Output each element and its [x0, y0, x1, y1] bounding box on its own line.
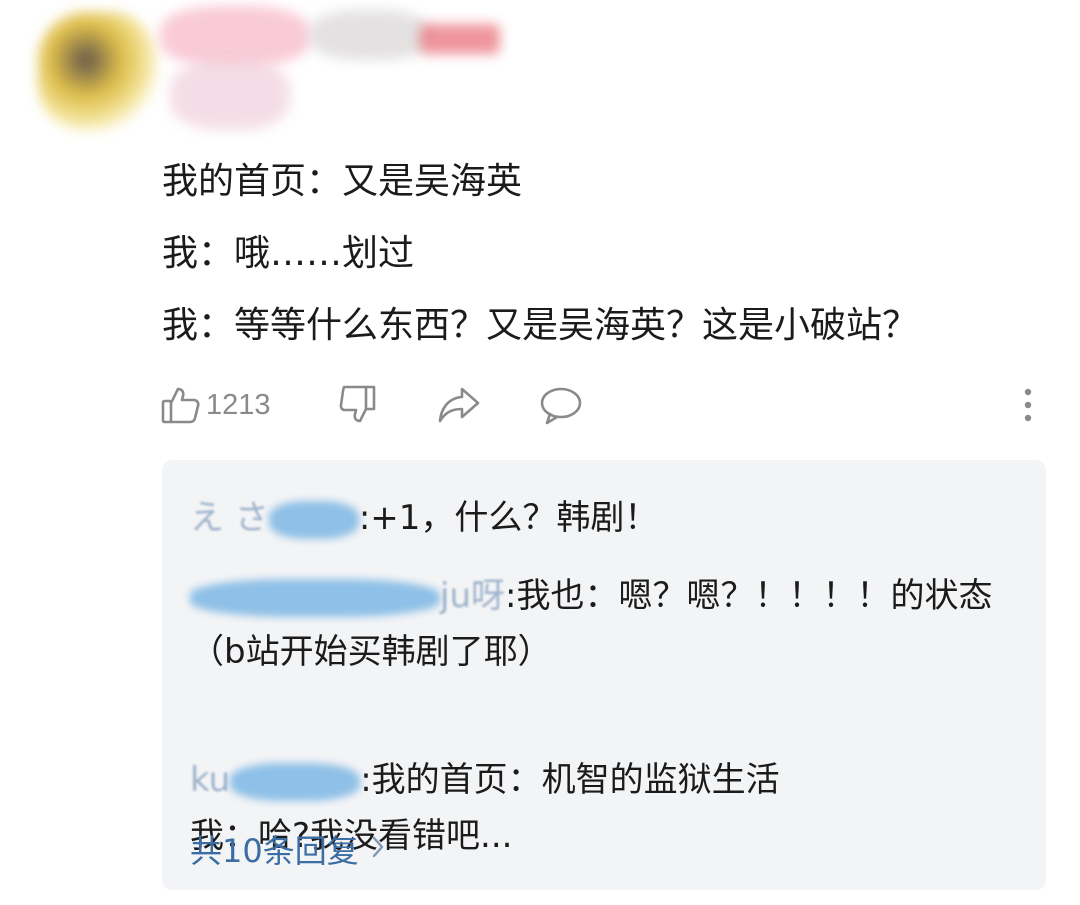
chevron-right-icon	[371, 832, 385, 867]
reply-item[interactable]: え さ:+1，什么？韩剧！	[190, 490, 1030, 546]
user-header-censored	[20, 0, 500, 150]
thumbs-up-icon	[160, 384, 202, 426]
reply-separator: :	[505, 576, 517, 616]
more-options-button[interactable]	[1022, 380, 1034, 430]
share-icon	[436, 383, 482, 427]
reply-item[interactable]: ju呀:我也：嗯？嗯？！！！！的状态（b站开始买韩剧了耶）	[190, 568, 1030, 680]
reply-username[interactable]: ku	[190, 760, 230, 800]
like-button[interactable]: 1213	[160, 380, 271, 430]
username-censored	[268, 500, 359, 539]
comment-line: 我：哦……划过	[162, 233, 415, 274]
username-censored	[190, 578, 440, 617]
view-more-label: 共10条回复	[190, 832, 359, 870]
comment-line: 我：等等什么东西？又是吴海英？这是小破站？	[162, 305, 919, 346]
reply-separator: :	[358, 498, 371, 538]
reply-button[interactable]	[538, 380, 584, 430]
more-vertical-icon	[1022, 385, 1034, 425]
share-button[interactable]	[436, 380, 482, 430]
dislike-button[interactable]	[336, 380, 380, 430]
username-censored	[230, 762, 361, 801]
user-meta-censored	[170, 60, 290, 130]
like-count: 1213	[206, 388, 271, 421]
replies-panel: え さ:+1，什么？韩剧！ ju呀:我也：嗯？嗯？！！！！的状态（b站开始买韩剧…	[162, 460, 1046, 890]
thumbs-down-icon	[336, 383, 380, 427]
username-censored[interactable]	[160, 6, 310, 66]
reply-username[interactable]: ju呀	[440, 576, 505, 616]
comment-action-bar: 1213	[160, 380, 1040, 430]
reply-text: +1，什么？韩剧！	[370, 498, 659, 538]
avatar[interactable]	[38, 12, 158, 132]
reply-username[interactable]: え さ	[190, 498, 269, 538]
comment-bubble-icon	[538, 383, 584, 427]
comment-line: 我的首页：又是吴海英	[162, 161, 523, 202]
user-level-censored	[310, 10, 430, 60]
view-all-replies-link[interactable]: 共10条回复	[190, 826, 385, 872]
reply-separator: :	[360, 760, 372, 800]
comment-body: 我的首页：又是吴海英 我：哦……划过 我：等等什么东西？又是吴海英？这是小破站？	[162, 146, 918, 362]
user-badge-censored	[420, 24, 500, 54]
